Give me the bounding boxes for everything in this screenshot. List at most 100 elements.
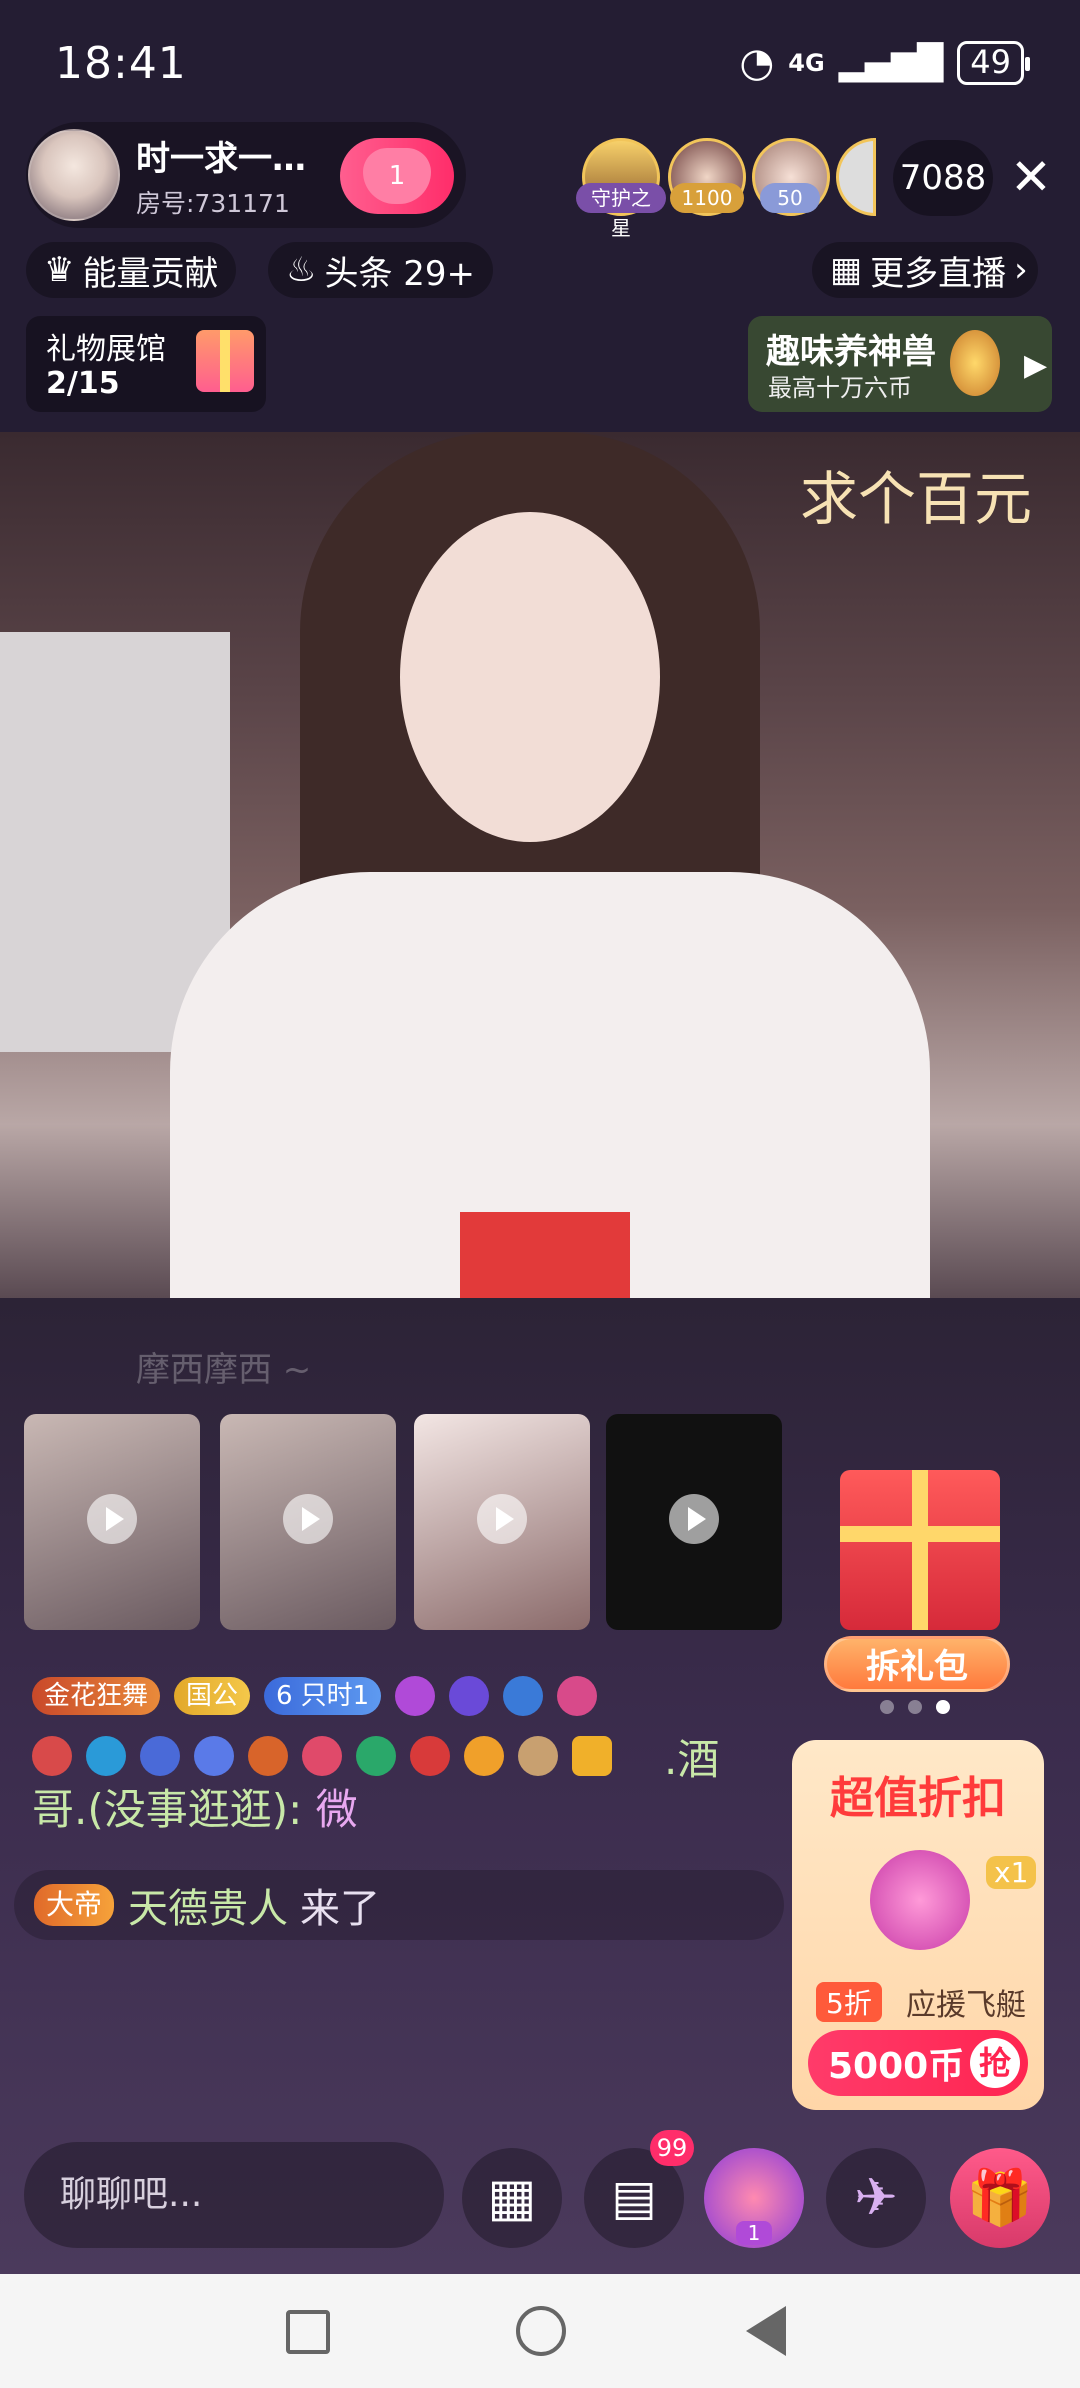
medal-icon xyxy=(86,1736,126,1776)
heart-icon: 1 xyxy=(363,148,431,204)
message-icon: ▤ xyxy=(611,2170,657,2226)
badge-level-number: 6 xyxy=(276,1681,293,1711)
grab-label: 抢 xyxy=(970,2038,1020,2088)
more-live-label: 更多直播 xyxy=(870,253,1007,294)
medal-icon xyxy=(449,1676,490,1716)
gift-box-icon xyxy=(196,330,254,392)
chat-message: 哥.(没事逛逛): 微 xyxy=(32,1784,772,1836)
dot xyxy=(908,1700,922,1714)
replay-thumb-1[interactable] xyxy=(24,1414,200,1630)
medal-icon xyxy=(194,1736,234,1776)
headline-label: 头条 29+ xyxy=(324,253,476,294)
medal-icon xyxy=(503,1676,544,1716)
dot-active xyxy=(936,1700,950,1714)
badge-level: 6 只时1 xyxy=(264,1677,382,1715)
red-top-shape xyxy=(460,1212,630,1298)
medal-icon xyxy=(410,1736,450,1776)
replay-thumb-3[interactable] xyxy=(414,1414,590,1630)
badge-gold-flower: 金花狂舞 xyxy=(32,1677,161,1715)
battery-indicator: 49 xyxy=(957,41,1030,85)
badge-emperor: 大帝 xyxy=(34,1884,115,1926)
throne-button[interactable]: 1 xyxy=(704,2148,804,2248)
wifi-icon: ◔ xyxy=(739,40,775,86)
balloon-gift-icon xyxy=(870,1850,970,1950)
grid-icon: ▦ xyxy=(487,2168,537,2228)
deal-title: 超值折扣 xyxy=(830,1773,1006,1824)
play-icon xyxy=(669,1494,719,1544)
audience-badge: 1100 xyxy=(670,183,744,213)
home-icon[interactable] xyxy=(516,2306,566,2356)
energy-contribution-button[interactable]: ♛ 能量贡献 xyxy=(26,242,237,298)
play-icon xyxy=(283,1494,333,1544)
host-avatar[interactable] xyxy=(28,129,120,221)
chat-prefix: .酒 xyxy=(664,1735,720,1784)
chat-user: 哥.(没事逛逛): xyxy=(32,1785,303,1834)
discount-tag: 5折 xyxy=(816,1982,882,2022)
replay-thumb-4[interactable] xyxy=(606,1414,782,1630)
audience-avatar[interactable] xyxy=(836,138,876,216)
crown-icon: ♛ xyxy=(44,250,75,290)
host-room-id: 房号:731171 xyxy=(136,188,290,218)
medal-icon xyxy=(32,1736,72,1776)
play-icon xyxy=(477,1494,527,1544)
open-pack-button[interactable]: 拆礼包 xyxy=(824,1636,1010,1692)
chevron-right-icon: › xyxy=(1014,250,1028,290)
user-badges: 金花狂舞 国公 6 只时1 xyxy=(32,1676,598,1716)
energy-label: 能量贡献 xyxy=(82,253,219,294)
egg-icon xyxy=(950,330,1000,396)
live-video[interactable]: 求个百元 xyxy=(0,432,1080,1298)
deal-item: 应援飞艇 xyxy=(906,1988,1026,2023)
more-features-button[interactable]: ▦ xyxy=(462,2148,562,2248)
gift-hall-count: 2/15 xyxy=(46,366,120,401)
status-icons: ◔ 4G ▂▄▆█ 49 xyxy=(739,40,1030,86)
chat-input[interactable]: 聊聊吧... xyxy=(24,2142,444,2248)
paper-crane-button[interactable]: ✈ xyxy=(826,2148,926,2248)
enter-user: 天德贵人 xyxy=(128,1886,289,1932)
medal-icon xyxy=(248,1736,288,1776)
gift-pack-icon[interactable] xyxy=(840,1470,1000,1630)
audience-badge: 守护之星 xyxy=(576,183,666,240)
chat-text: 微 xyxy=(315,1785,358,1834)
medal-icon xyxy=(395,1676,436,1716)
medal-icon xyxy=(572,1736,612,1776)
host-name: 时一求一… xyxy=(136,138,306,179)
dot xyxy=(880,1700,894,1714)
close-icon[interactable]: ✕ xyxy=(1010,152,1052,202)
grid-icon: ▦ xyxy=(830,250,863,290)
medal-icon xyxy=(302,1736,342,1776)
throne-level: 1 xyxy=(735,2221,773,2245)
emperor-label: 大帝 xyxy=(46,1888,103,1921)
medal-row xyxy=(32,1736,612,1776)
headline-button[interactable]: ♨ 头条 29+ xyxy=(268,242,494,298)
deal-price: 5000币 xyxy=(828,2046,965,2087)
medal-icon xyxy=(356,1736,396,1776)
network-label: 4G xyxy=(788,49,825,77)
back-icon[interactable] xyxy=(746,2306,786,2356)
message-badge: 99 xyxy=(650,2130,694,2166)
status-time: 18:41 xyxy=(55,38,187,89)
overlay-text: 求个百元 xyxy=(800,465,1033,533)
play-arrow-icon[interactable]: ▶ xyxy=(1024,348,1047,383)
game-subtitle: 最高十万六币 xyxy=(768,374,912,402)
face-shape xyxy=(400,512,660,842)
follow-button[interactable]: 1 xyxy=(340,138,454,214)
gift-button[interactable]: 🎁 xyxy=(950,2148,1050,2248)
gift-hall-title: 礼物展馆 xyxy=(46,332,166,367)
medal-icon xyxy=(518,1736,558,1776)
replay-thumb-2[interactable] xyxy=(220,1414,396,1630)
deal-qty: x1 xyxy=(986,1856,1037,1889)
recent-apps-icon[interactable] xyxy=(286,2310,330,2354)
play-icon xyxy=(87,1494,137,1544)
enter-action: 来了 xyxy=(300,1886,381,1932)
paper-crane-icon: ✈ xyxy=(854,2168,898,2228)
chat-header-name: 摩西摩西 ~ xyxy=(136,1350,312,1390)
audience-badge: 50 xyxy=(760,183,820,213)
enter-notice: 大帝 天德贵人 来了 xyxy=(14,1870,784,1940)
viewer-count[interactable]: 7088 xyxy=(893,140,993,216)
more-live-button[interactable]: ▦ 更多直播 › xyxy=(812,242,1038,298)
carousel-dots xyxy=(880,1700,950,1714)
medal-icon xyxy=(464,1736,504,1776)
deal-price-button[interactable]: 5000币 抢 xyxy=(808,2030,1028,2096)
game-title: 趣味养神兽 xyxy=(766,332,936,372)
badge-level-text: 只时1 xyxy=(300,1681,370,1711)
